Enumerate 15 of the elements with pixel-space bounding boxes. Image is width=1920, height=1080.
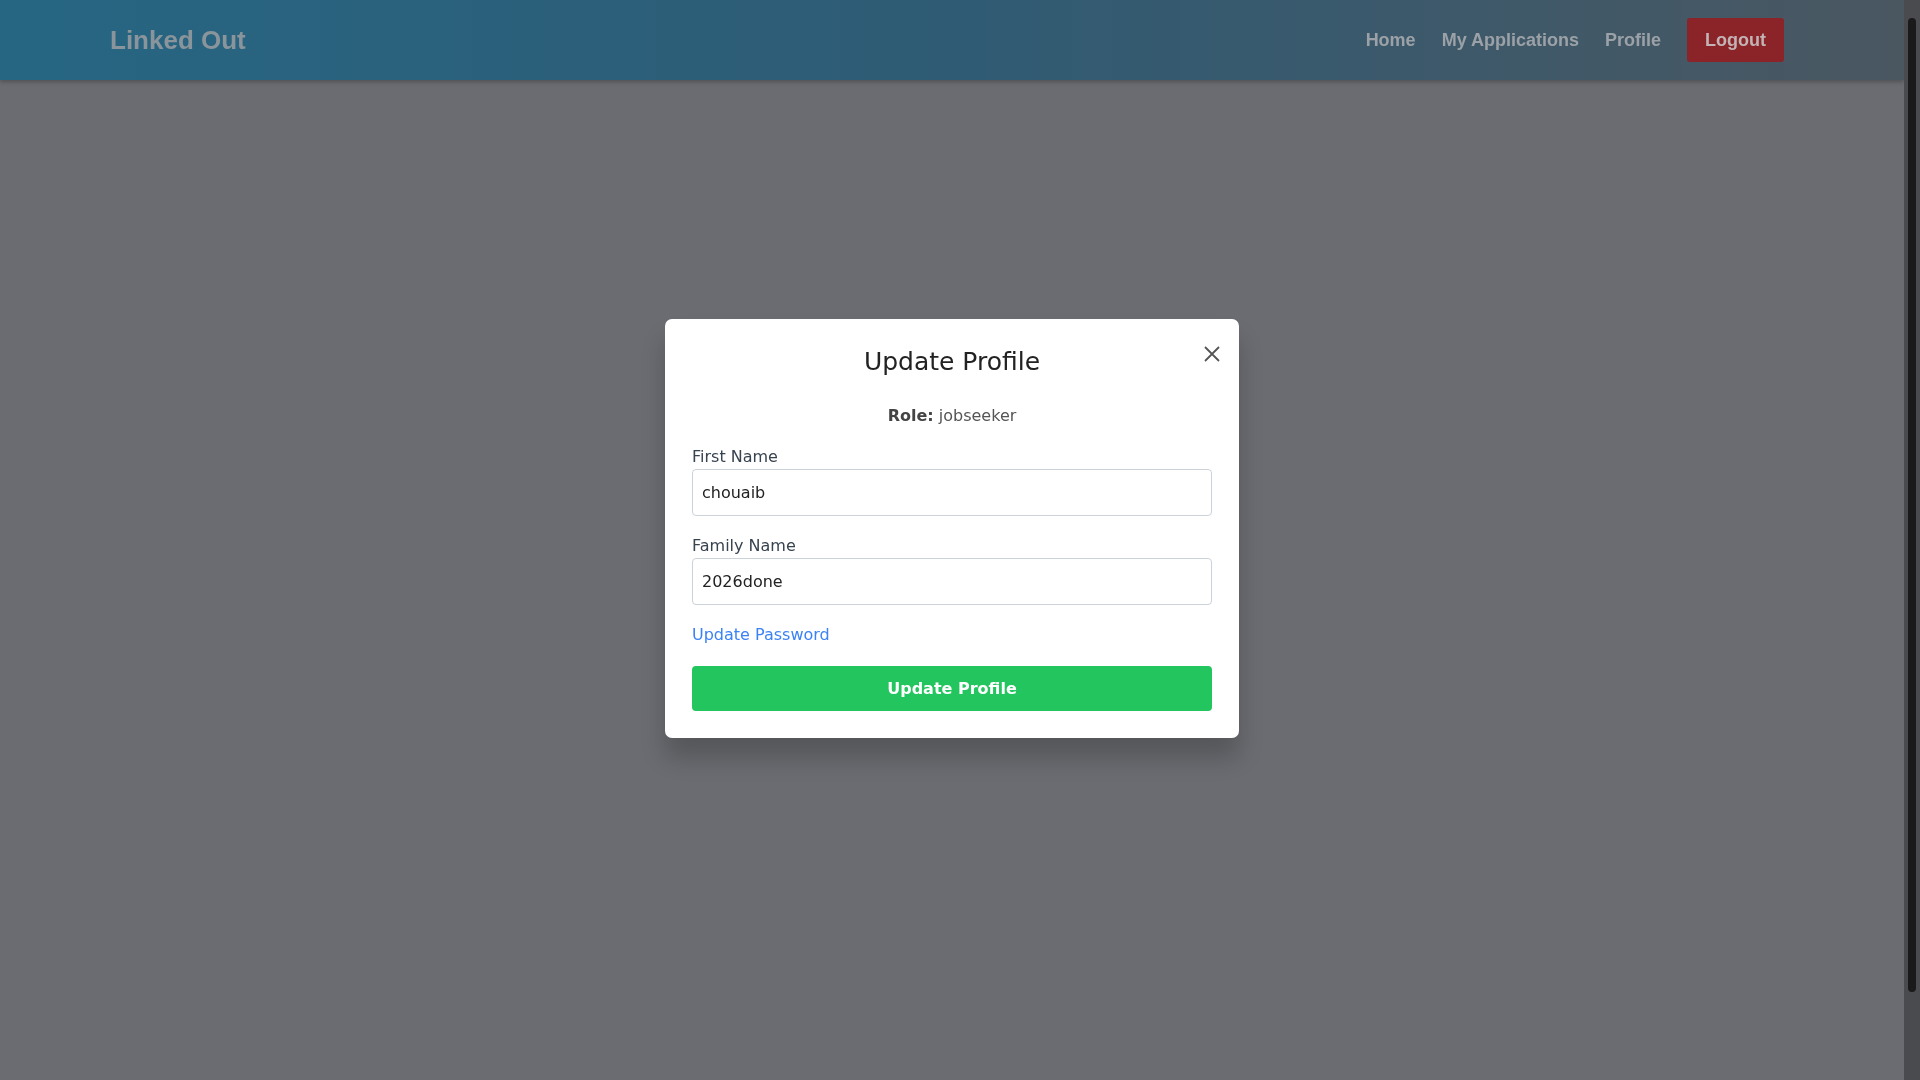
dialog-title: Update Profile bbox=[862, 347, 1042, 376]
nav-link[interactable]: Profile bbox=[1605, 29, 1661, 51]
scrollbar[interactable] bbox=[1904, 0, 1920, 1080]
text-field[interactable]: 2026done bbox=[692, 558, 1212, 605]
update-profile-button[interactable]: Update Profile bbox=[692, 666, 1212, 711]
update-password-link[interactable]: Update Password bbox=[692, 625, 830, 644]
nav-link[interactable]: My Applications bbox=[1441, 29, 1579, 51]
nav-link[interactable]: Home bbox=[1365, 29, 1416, 51]
field-label: Family Name bbox=[692, 536, 797, 555]
text-field[interactable]: chouaib bbox=[692, 469, 1212, 516]
logout-button[interactable]: Logout bbox=[1687, 18, 1784, 62]
close-icon[interactable] bbox=[1203, 345, 1221, 363]
site-logo[interactable]: Linked Out bbox=[110, 24, 246, 56]
role-text: Role: jobseeker bbox=[886, 406, 1018, 425]
field-label: First Name bbox=[692, 447, 779, 466]
